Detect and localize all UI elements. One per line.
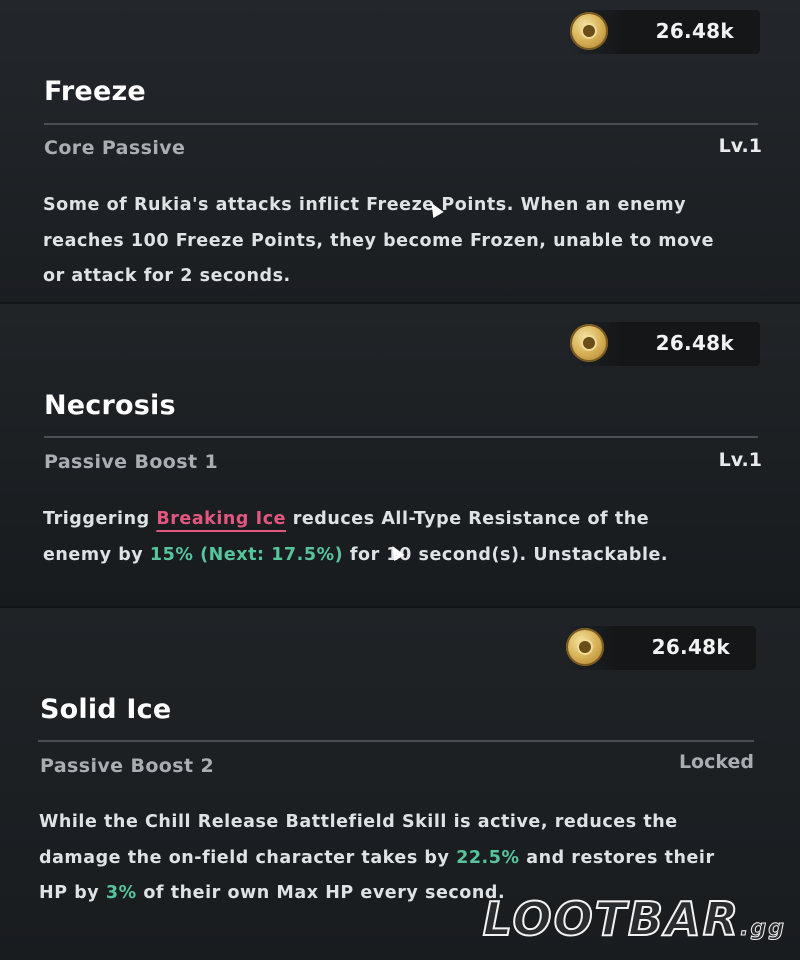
skill-title: Freeze — [44, 76, 146, 107]
skill-title: Solid Ice — [40, 694, 172, 725]
skill-level: Lv.1 — [718, 449, 762, 471]
skill-type: Passive Boost 1 — [44, 451, 219, 473]
value-highlight: 15% (Next: 17.5%) — [149, 544, 344, 565]
value-highlight: 22.5% — [456, 847, 520, 868]
skill-type: Passive Boost 2 — [40, 755, 215, 777]
cost-value: 26.48k — [655, 331, 734, 355]
skill-type: Core Passive — [44, 137, 186, 159]
gold-coin-icon — [570, 12, 608, 50]
lootbar-watermark-logo: LOOTBAR.gg — [482, 891, 786, 947]
skill-level: Locked — [678, 751, 754, 773]
keyword-link-breaking-ice[interactable]: Breaking Ice — [156, 509, 286, 529]
cost-value: 26.48k — [651, 635, 730, 659]
upgrade-cost: 26.48k — [570, 322, 760, 366]
upgrade-cost: 26.48k — [566, 626, 756, 670]
skill-description: Some of Rukia's attacks inflict Freeze P… — [43, 195, 715, 286]
divider — [44, 436, 758, 438]
skill-title: Necrosis — [44, 390, 176, 421]
skill-card-necrosis: 26.48k Necrosis Passive Boost 1 Lv.1 Tri… — [0, 304, 800, 608]
upgrade-cost: 26.48k — [570, 10, 760, 54]
gold-coin-icon — [566, 628, 604, 666]
cost-value: 26.48k — [655, 19, 734, 43]
skill-card-solid-ice: 26.48k Solid Ice Passive Boost 2 Locked … — [0, 608, 800, 960]
gold-coin-icon — [570, 324, 608, 362]
skill-description: Triggering Breaking Ice reduces All-Type… — [43, 509, 669, 565]
skill-level: Lv.1 — [718, 135, 762, 157]
value-highlight: 3% — [105, 883, 137, 903]
divider — [38, 740, 754, 742]
skill-card-freeze: 26.48k Freeze Core Passive Lv.1 Some of … — [0, 0, 800, 304]
divider — [44, 123, 758, 125]
